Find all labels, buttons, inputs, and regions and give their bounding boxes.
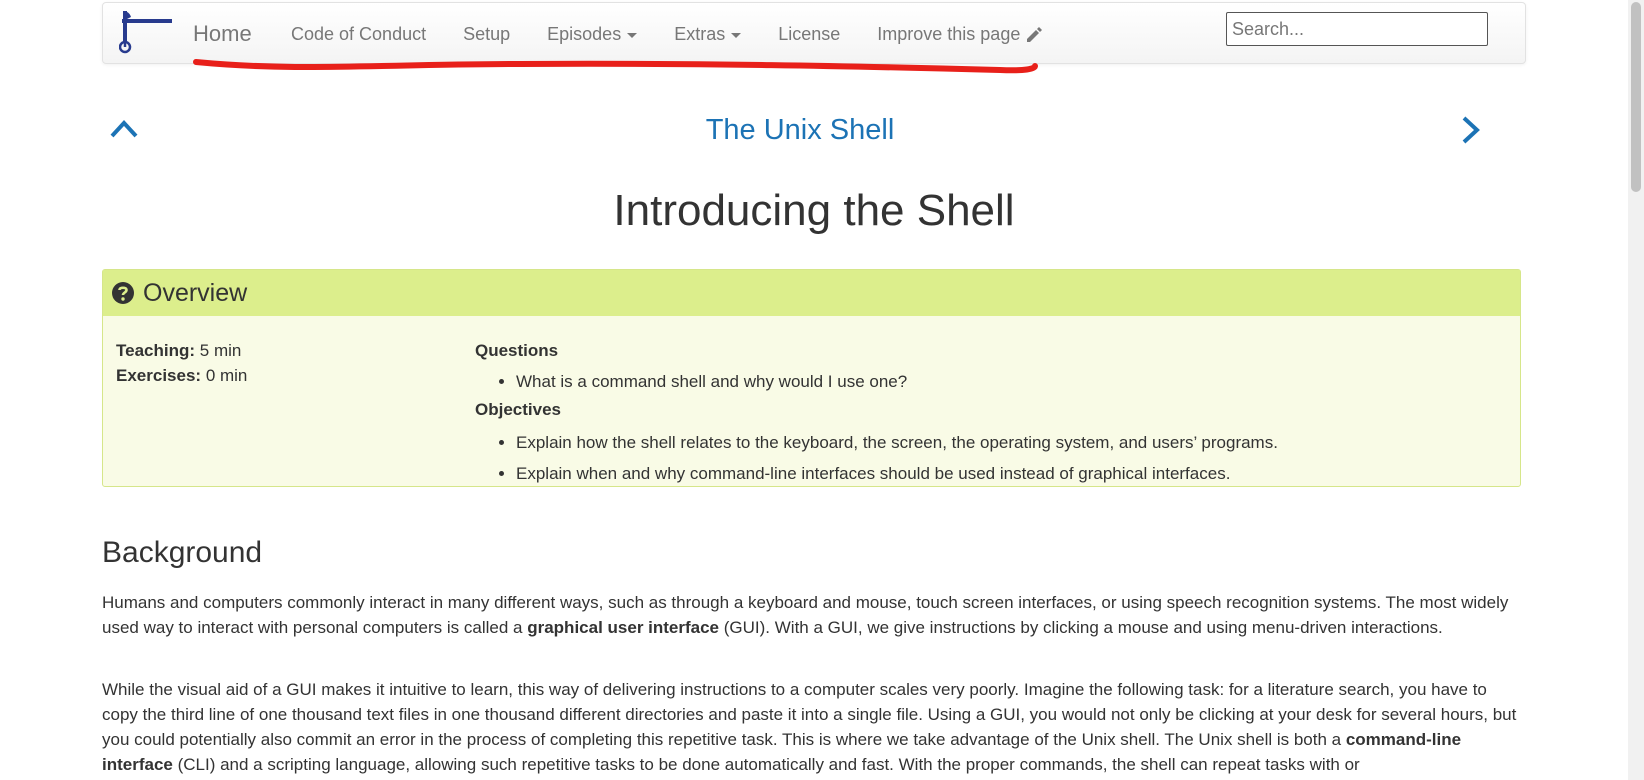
overview-panel: Overview Teaching: 5 min Exercises: 0 mi… xyxy=(102,269,1521,487)
carpentries-hammer-icon[interactable] xyxy=(119,9,179,57)
background-heading: Background xyxy=(102,536,263,569)
questions-heading: Questions xyxy=(475,341,559,360)
search-input[interactable] xyxy=(1226,12,1488,46)
question-circle-icon xyxy=(112,282,134,304)
overview-content: Questions What is a command shell and wh… xyxy=(475,338,1278,489)
chevron-right-icon[interactable] xyxy=(1458,114,1482,146)
overview-heading: Overview xyxy=(143,278,248,307)
caret-down-icon xyxy=(627,33,638,38)
list-item: Explain how the shell relates to the key… xyxy=(516,427,1278,458)
overview-timing: Teaching: 5 min Exercises: 0 min xyxy=(116,338,247,388)
questions-list: What is a command shell and why would I … xyxy=(475,366,1278,397)
objectives-list: Explain how the shell relates to the key… xyxy=(475,427,1278,489)
nav-link-setup[interactable]: Setup xyxy=(463,24,510,45)
pencil-icon xyxy=(1027,26,1043,42)
exercises-time: Exercises: 0 min xyxy=(116,366,248,385)
nav-dropdown-episodes[interactable]: Episodes xyxy=(547,24,638,45)
background-paragraph-1: Humans and computers commonly interact i… xyxy=(102,593,1509,637)
nav-link-improve-page[interactable]: Improve this page xyxy=(877,24,1043,45)
list-item: What is a command shell and why would I … xyxy=(516,366,1278,397)
lesson-title-link[interactable]: The Unix Shell xyxy=(600,114,1000,147)
nav-home-link[interactable]: Home xyxy=(193,21,252,47)
scrollbar-thumb[interactable] xyxy=(1631,2,1641,192)
nav-links: Code of Conduct Setup Episodes Extras Li… xyxy=(291,24,1080,45)
top-navbar: Home Code of Conduct Setup Episodes Extr… xyxy=(102,2,1526,64)
nav-link-code-of-conduct[interactable]: Code of Conduct xyxy=(291,24,426,45)
background-paragraph-2: While the visual aid of a GUI makes it i… xyxy=(102,680,1517,774)
list-item: Explain when and why command-line interf… xyxy=(516,458,1278,489)
teaching-time: Teaching: 5 min xyxy=(116,341,242,360)
nav-dropdown-extras[interactable]: Extras xyxy=(674,24,742,45)
caret-down-icon xyxy=(731,33,742,38)
chevron-up-icon[interactable] xyxy=(108,116,140,140)
overview-header: Overview xyxy=(103,270,1520,316)
nav-link-license[interactable]: License xyxy=(778,24,840,45)
page-title: Introducing the Shell xyxy=(613,186,1015,235)
objectives-heading: Objectives xyxy=(475,400,561,419)
